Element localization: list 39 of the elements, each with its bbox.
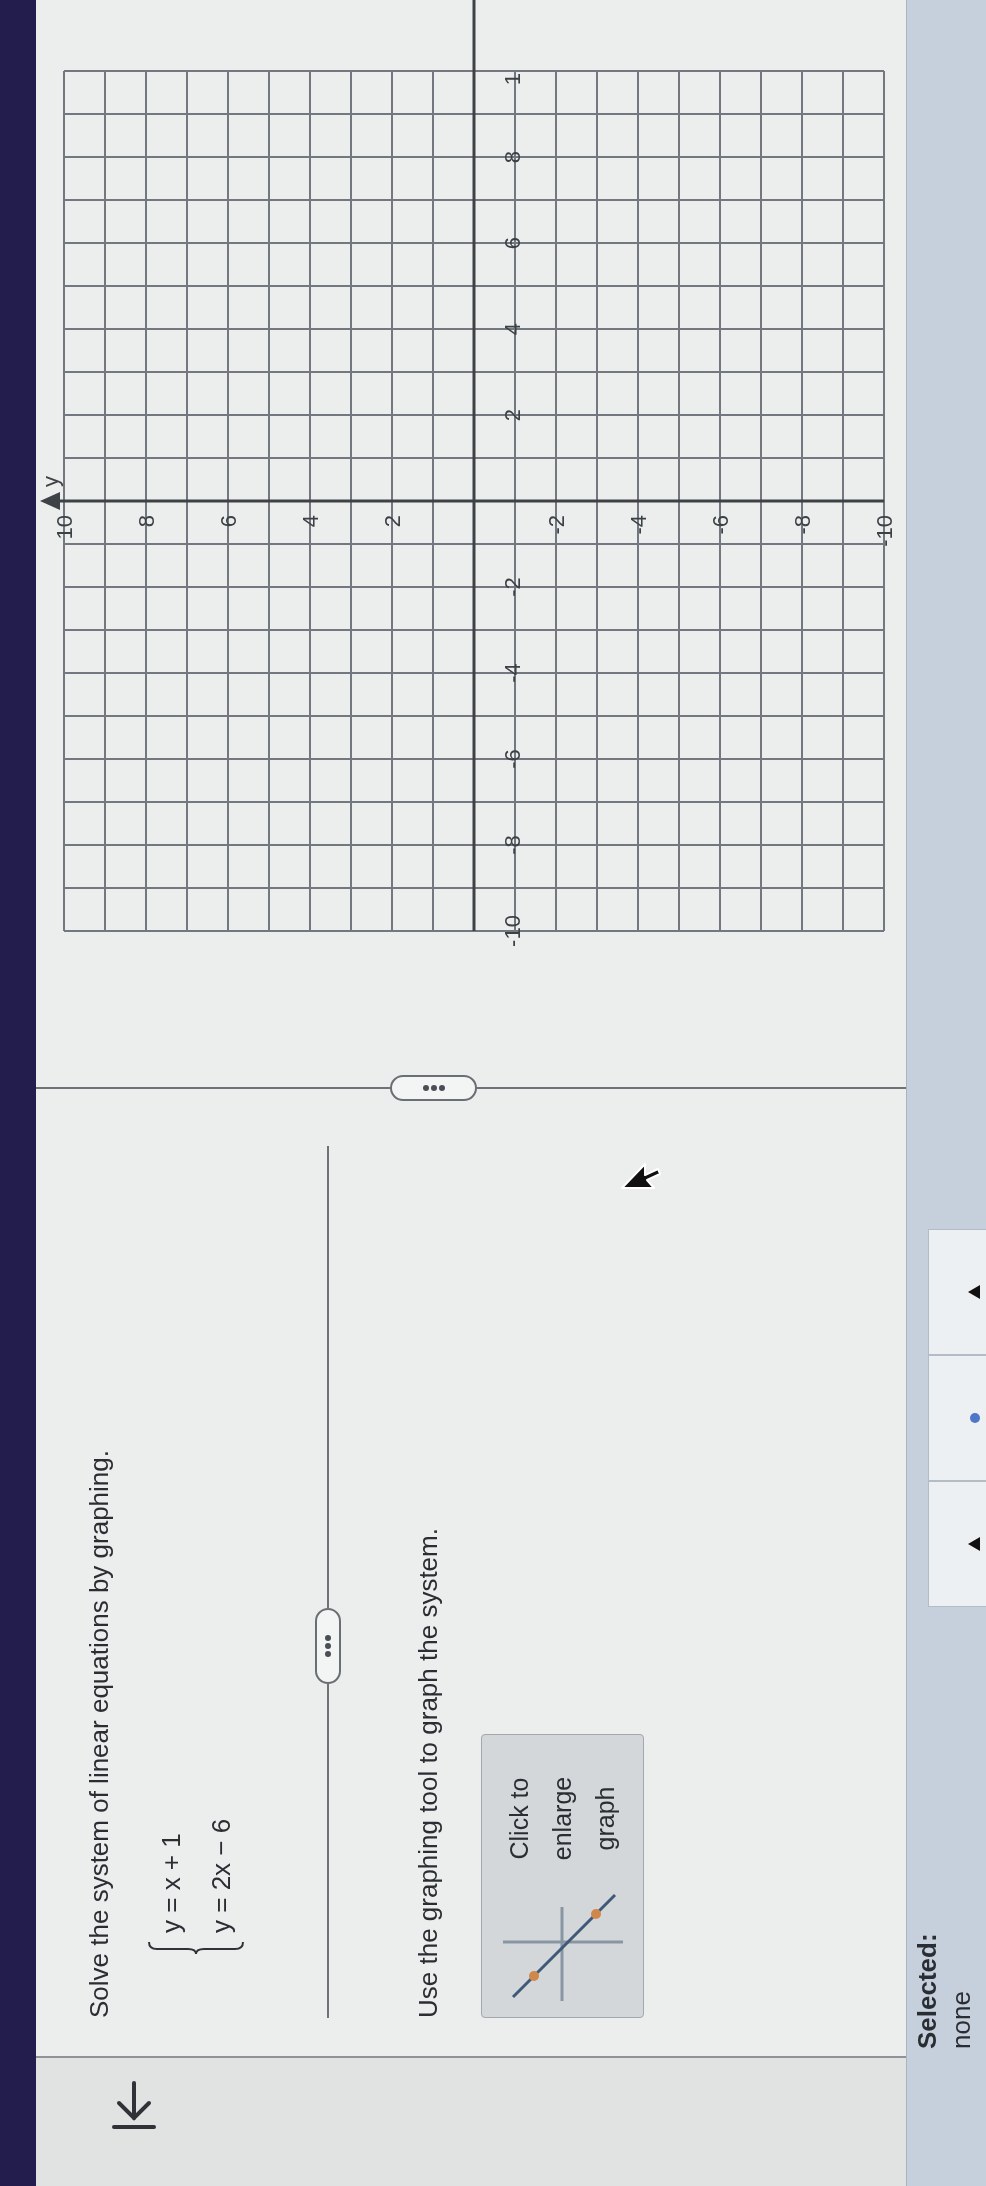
equation-text: y = x + 1 bbox=[156, 1832, 186, 1933]
tick-label: -4 bbox=[626, 515, 651, 535]
tick-label: 8 bbox=[134, 515, 159, 528]
mouse-pointer-icon bbox=[620, 1162, 662, 1190]
tick-label: -10 bbox=[500, 915, 525, 947]
tick-label: -8 bbox=[500, 835, 525, 855]
back-button[interactable] bbox=[110, 2080, 158, 2130]
line-graph-icon bbox=[500, 1893, 625, 2003]
tick-label: 6 bbox=[500, 236, 525, 250]
dot-icon bbox=[970, 1413, 980, 1423]
tick-label: 2 bbox=[500, 408, 525, 422]
tick-label: 2 bbox=[380, 515, 405, 528]
tick-label: -2 bbox=[500, 577, 525, 597]
tick-label: 6 bbox=[216, 515, 241, 528]
tick-label: 4 bbox=[500, 322, 525, 336]
tick-label: -4 bbox=[500, 663, 525, 683]
selected-value: none bbox=[945, 1991, 977, 2049]
more-button[interactable] bbox=[315, 1608, 341, 1684]
enlarge-graph-button[interactable]: Click to enlarge graph bbox=[481, 1734, 644, 2018]
triangle-icon bbox=[968, 1285, 980, 1299]
triangle-icon bbox=[968, 1537, 980, 1551]
tick-label: 1 bbox=[500, 73, 525, 86]
selected-label: Selected: bbox=[911, 1933, 943, 2049]
tick-label: -10 bbox=[872, 515, 897, 547]
tick-label: 4 bbox=[298, 515, 323, 528]
tick-label: -2 bbox=[544, 515, 569, 535]
tick-label: -8 bbox=[790, 515, 815, 535]
tick-label: -6 bbox=[708, 515, 733, 535]
brace-icon bbox=[148, 1941, 244, 1955]
tick-label: 10 bbox=[52, 515, 77, 540]
ellipsis-icon bbox=[422, 1085, 445, 1091]
tick-label: 8 bbox=[500, 150, 525, 164]
tick-label: -6 bbox=[500, 749, 525, 769]
instruction-text: Use the graphing tool to graph the system. bbox=[412, 1528, 444, 2018]
question-text: Solve the system of linear equations by graphing. bbox=[84, 1450, 114, 2018]
equation-text: y = 2x − 6 bbox=[206, 1818, 236, 1933]
axis-label: y bbox=[38, 476, 63, 487]
ellipsis-icon bbox=[325, 1635, 331, 1657]
resize-handle[interactable] bbox=[390, 1075, 477, 1101]
